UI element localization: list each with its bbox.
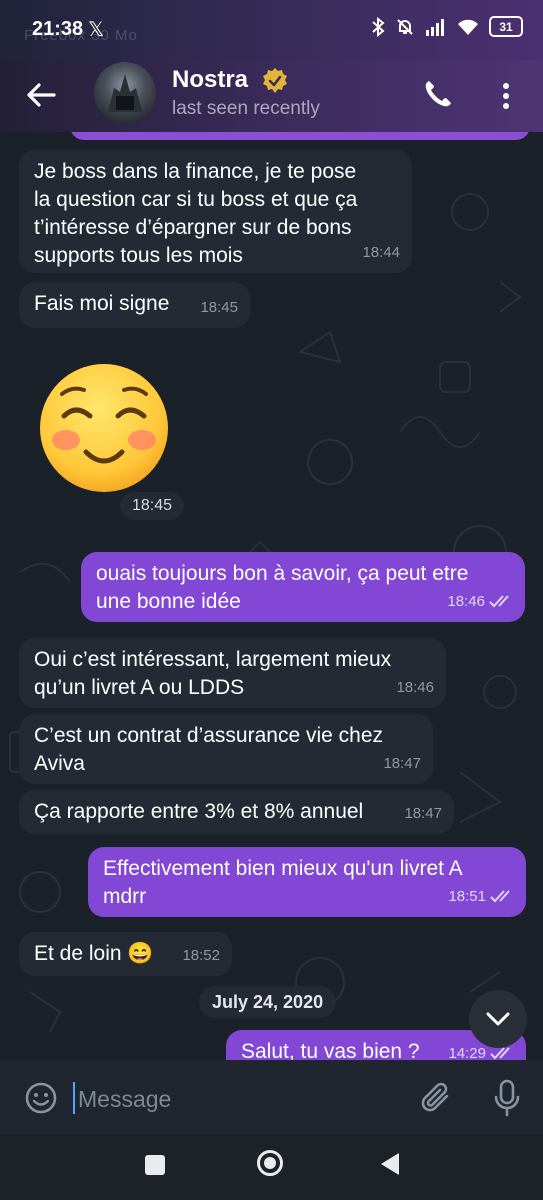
smiling-face-sticker[interactable] <box>36 360 172 496</box>
message-incoming[interactable]: Ça rapporte entre 3% et 8% annuel 18:47 <box>19 790 454 834</box>
message-time: 18:45 <box>200 299 238 316</box>
message-text: Ça rapporte entre 3% et 8% annuel <box>34 800 364 823</box>
battery-icon: 31 <box>489 16 523 37</box>
message-outgoing[interactable]: Effectivement bien mieux qu'un livret A … <box>88 847 526 917</box>
wifi-icon <box>458 19 478 35</box>
double-check-icon <box>490 890 510 903</box>
message-time: 18:46 <box>396 679 434 696</box>
message-incoming[interactable]: Et de loin 😄 18:52 <box>19 932 232 976</box>
attach-icon[interactable] <box>420 1080 454 1116</box>
mute-icon <box>397 18 413 35</box>
contact-name: Nostra <box>172 66 249 93</box>
message-time: 18:47 <box>404 805 442 822</box>
message-text: Je boss dans la finance, je te pose la q… <box>34 160 358 267</box>
contact-status: last seen recently <box>172 98 320 119</box>
back-arrow-icon[interactable] <box>24 78 58 112</box>
chat-header: Nostra last seen recently <box>0 60 543 132</box>
nav-back-icon[interactable] <box>377 1151 401 1177</box>
system-nav-bar <box>0 1135 543 1200</box>
message-time: 18:52 <box>182 947 220 964</box>
previous-outgoing-bubble <box>70 132 530 140</box>
system-icons: 31 <box>371 16 523 37</box>
signal-icon <box>426 18 444 36</box>
message-incoming[interactable]: Fais moi signe 18:45 <box>19 282 250 328</box>
message-time: 18:51 <box>448 888 486 905</box>
chat-area[interactable]: Je boss dans la finance, je te pose la q… <box>0 132 543 1060</box>
message-incoming[interactable]: Je boss dans la finance, je te pose la q… <box>19 150 412 273</box>
status-bar-time: 21:38 <box>32 18 84 40</box>
message-input-bar <box>0 1060 543 1135</box>
avatar-image <box>108 74 142 112</box>
verified-badge-icon <box>262 67 287 93</box>
message-text: C’est un contrat d’assurance vie chez Av… <box>34 724 384 775</box>
message-input[interactable] <box>76 1078 400 1120</box>
message-time: 18:46 <box>447 593 485 610</box>
sticker-time: 18:45 <box>120 492 185 520</box>
mic-icon[interactable] <box>492 1078 522 1118</box>
notification-icons: 𝕏 <box>88 17 104 42</box>
message-text: Oui c’est intéressant, largement mieux q… <box>34 648 392 699</box>
phone-icon[interactable] <box>422 78 454 110</box>
message-incoming[interactable]: Oui c’est intéressant, largement mieux q… <box>19 638 446 708</box>
date-separator: July 24, 2020 <box>199 986 337 1018</box>
x-app-icon: 𝕏 <box>88 19 105 41</box>
more-vert-icon[interactable] <box>494 78 518 114</box>
message-time: 18:47 <box>383 755 421 772</box>
text-caret <box>73 1082 75 1114</box>
message-meta: 18:51 <box>448 883 514 911</box>
message-outgoing[interactable]: ouais toujours bon à savoir, ça peut etr… <box>81 552 525 622</box>
message-meta: 18:46 <box>447 588 513 616</box>
message-time: 14:29 <box>448 1045 486 1060</box>
message-time: 18:44 <box>362 244 400 261</box>
double-check-icon <box>489 595 509 608</box>
double-check-icon <box>490 1047 510 1060</box>
contact-name-row[interactable]: Nostra <box>172 66 289 95</box>
message-incoming[interactable]: C’est un contrat d’assurance vie chez Av… <box>19 714 433 784</box>
status-bar: Freebox 30 Mo 21:38 𝕏 31 <box>0 0 543 60</box>
avatar[interactable] <box>94 62 156 124</box>
home-button[interactable] <box>257 1150 283 1176</box>
recents-button[interactable] <box>145 1155 165 1175</box>
chevron-down-icon <box>486 1012 510 1026</box>
scroll-down-button[interactable] <box>469 990 527 1048</box>
emoji-icon[interactable] <box>24 1081 58 1115</box>
bluetooth-icon <box>372 16 385 37</box>
